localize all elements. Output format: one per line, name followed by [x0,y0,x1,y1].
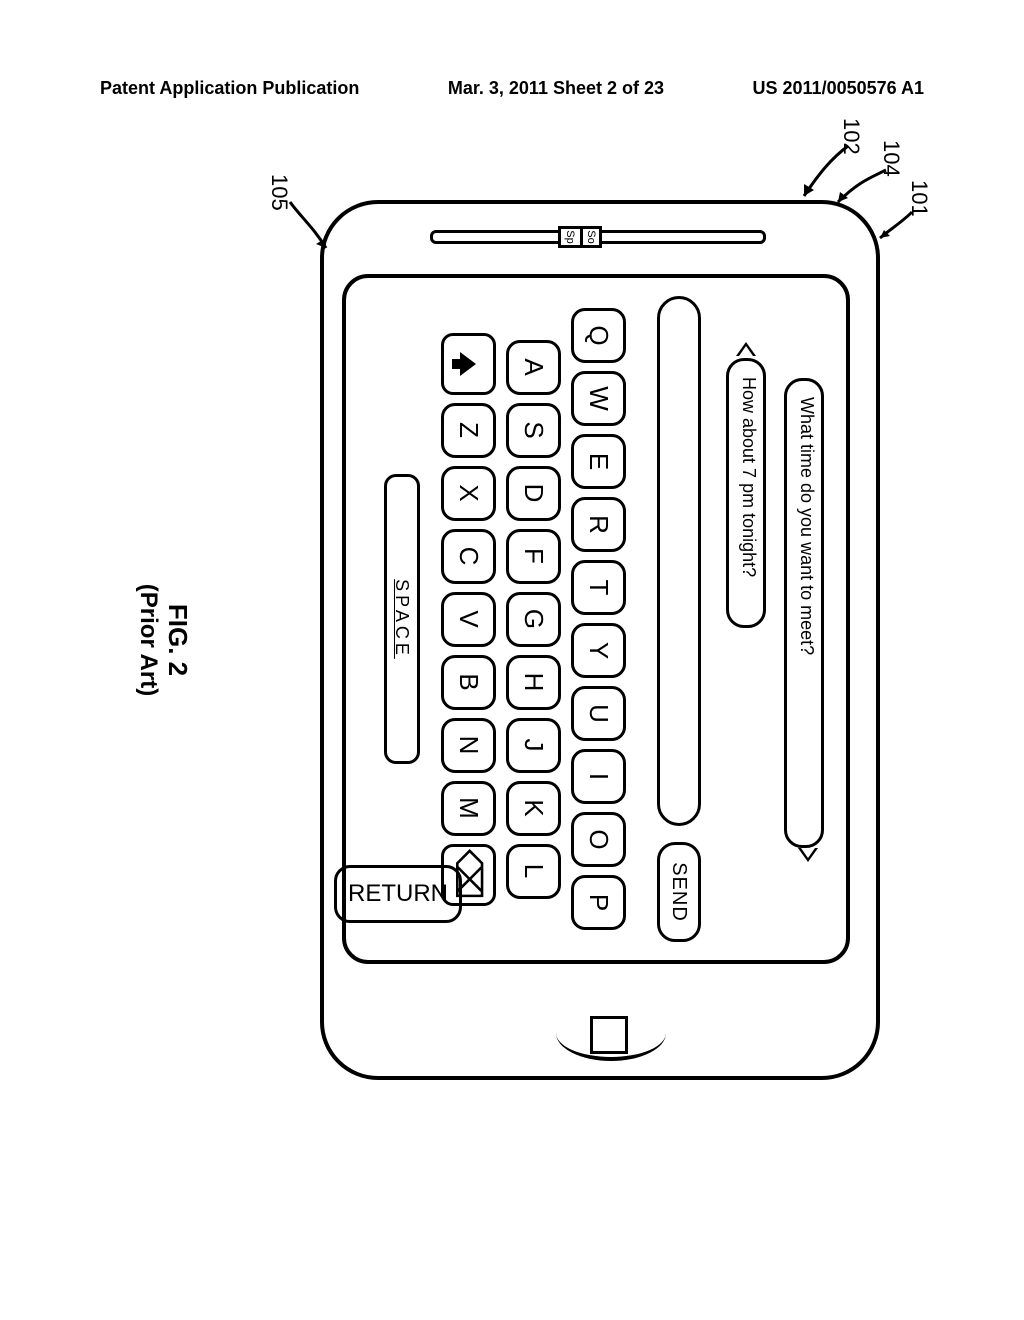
figure-stage: 101 104 102 105 [140,140,910,1140]
key-r[interactable]: R [571,497,626,552]
key-m[interactable]: M [441,781,496,836]
key-z[interactable]: Z [441,403,496,458]
key-return[interactable]: RETURN [334,865,462,923]
leader-101 [872,208,916,248]
key-g[interactable]: G [506,592,561,647]
message-sent-bubble: How about 7 pm tonight? [726,358,766,628]
key-k[interactable]: K [506,781,561,836]
rotated-drawing: 101 104 102 105 [140,140,910,1140]
key-w[interactable]: W [571,371,626,426]
compose-input[interactable] [657,296,701,826]
key-o[interactable]: O [571,812,626,867]
patent-page: Patent Application Publication Mar. 3, 2… [0,0,1024,1320]
key-space[interactable]: SPACE [384,474,420,764]
slider-handle-top[interactable]: So [580,226,602,248]
bubble-tail-left-icon [736,342,756,356]
key-b[interactable]: B [441,655,496,710]
device-outline: So Sp What time do you want to meet? How… [320,200,880,1080]
key-i[interactable]: I [571,749,626,804]
keyboard-row-4: SPACE RETURN [373,288,431,950]
key-l[interactable]: L [506,844,561,899]
key-h[interactable]: H [506,655,561,710]
key-q[interactable]: Q [571,308,626,363]
publication-type: Patent Application Publication [100,78,359,99]
key-d[interactable]: D [506,466,561,521]
date-sheet: Mar. 3, 2011 Sheet 2 of 23 [448,78,664,99]
key-s[interactable]: S [506,403,561,458]
key-t[interactable]: T [571,560,626,615]
figure-number: FIG. 2 [162,584,193,696]
key-a[interactable]: A [506,340,561,395]
key-x[interactable]: X [441,466,496,521]
key-p[interactable]: P [571,875,626,930]
figure-prior-art: (Prior Art) [134,584,162,696]
message-received-text: What time do you want to meet? [797,397,817,655]
page-header: Patent Application Publication Mar. 3, 2… [0,78,1024,99]
message-sent-text: How about 7 pm tonight? [739,377,759,577]
bubble-tail-right-icon [798,848,818,862]
key-v[interactable]: V [441,592,496,647]
leader-102 [790,144,850,204]
keyboard-row-1: Q W E R T Y U I O P [571,288,626,950]
touchscreen[interactable]: What time do you want to meet? How about… [342,274,850,964]
slider-handle-bottom[interactable]: Sp [558,226,580,248]
send-button[interactable]: SEND [657,842,701,942]
key-f[interactable]: F [506,529,561,584]
key-j[interactable]: J [506,718,561,773]
message-received-bubble: What time do you want to meet? [784,378,824,848]
home-button[interactable] [590,1016,628,1054]
keyboard-row-2: A S D F G H J K L [506,288,561,950]
publication-number: US 2011/0050576 A1 [753,78,924,99]
shift-arrow-icon [461,352,477,376]
key-shift[interactable] [441,333,496,395]
key-u[interactable]: U [571,686,626,741]
keyboard-row-3: Z X C V B N M ⌫ [441,288,496,950]
keyboard: Q W E R T Y U I O P A [358,288,626,950]
figure-caption: FIG. 2 (Prior Art) [134,584,193,696]
key-c[interactable]: C [441,529,496,584]
key-y[interactable]: Y [571,623,626,678]
key-n[interactable]: N [441,718,496,773]
key-e[interactable]: E [571,434,626,489]
